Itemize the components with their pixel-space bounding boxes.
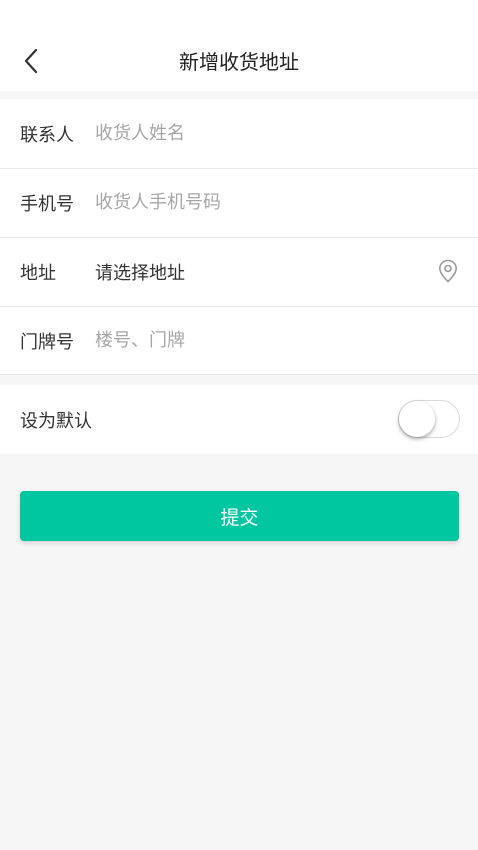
door-label: 门牌号 — [20, 331, 74, 353]
divider — [0, 374, 478, 375]
phone-input[interactable] — [95, 187, 425, 218]
address-form: 联系人 手机号 地址 请选择地址 门牌号 — [0, 99, 478, 375]
select-address-text[interactable]: 请选择地址 — [95, 259, 185, 285]
location-pin-icon[interactable] — [438, 259, 458, 283]
contact-row: 联系人 — [0, 99, 478, 168]
top-bar: 新增收货地址 — [0, 0, 478, 91]
set-default-label: 设为默认 — [20, 411, 92, 432]
door-number-input[interactable] — [95, 325, 425, 356]
set-default-toggle[interactable] — [398, 400, 460, 438]
address-label: 地址 — [20, 262, 56, 284]
toggle-knob — [399, 401, 435, 437]
submit-button[interactable]: 提交 — [20, 491, 459, 541]
phone-label: 手机号 — [20, 193, 74, 215]
phone-row: 手机号 — [0, 168, 478, 237]
door-row: 门牌号 — [0, 306, 478, 375]
contact-label: 联系人 — [20, 124, 74, 146]
page-title: 新增收货地址 — [179, 50, 299, 74]
contact-name-input[interactable] — [95, 118, 425, 149]
address-row[interactable]: 地址 请选择地址 — [0, 237, 478, 306]
